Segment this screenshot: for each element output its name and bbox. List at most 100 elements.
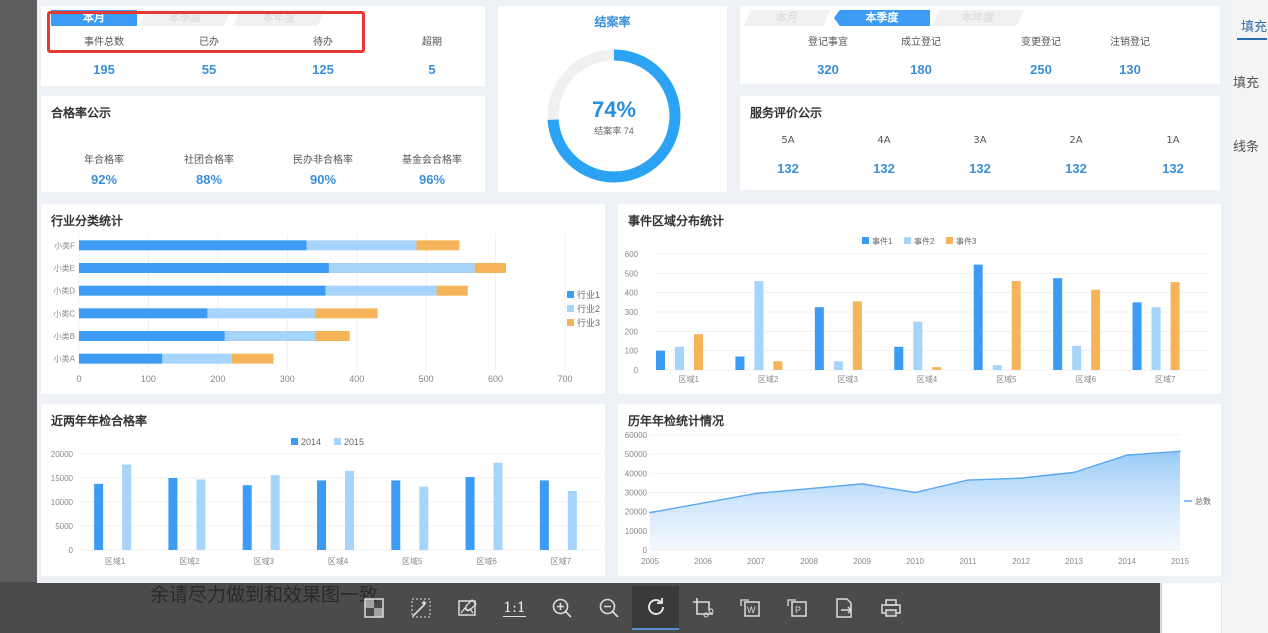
stat-registration-items: 登记事宜 320 xyxy=(783,33,873,77)
stat-changed: 变更登记 250 xyxy=(996,33,1086,77)
x-tick-label: 区域1 xyxy=(678,374,699,384)
zoom-in-icon xyxy=(552,598,572,618)
y-tick-label: 50000 xyxy=(625,450,648,459)
x-tick-label: 区域6 xyxy=(476,556,497,566)
crop-icon xyxy=(692,598,713,618)
x-tick-label: 区域4 xyxy=(917,374,938,384)
y-tick-label: 10000 xyxy=(625,527,648,536)
event-stats-card: 本月 本季度 本年度 事件总数 195 已办 55 待办 125 超期 5 xyxy=(41,6,485,86)
stat-value: 320 xyxy=(817,62,839,77)
line-option[interactable]: 线条 xyxy=(1233,136,1259,155)
rotate-button[interactable] xyxy=(632,586,679,630)
x-tick-label: 500 xyxy=(419,374,434,384)
area-fill xyxy=(650,451,1180,550)
bar xyxy=(973,264,983,370)
legend-label: 行业2 xyxy=(577,303,600,314)
magic-select-button[interactable] xyxy=(397,586,444,630)
stat-1a: 1A 132 xyxy=(1138,135,1208,176)
actual-size-button[interactable]: 1:1 xyxy=(491,586,538,630)
region-grouped-bar-chart: 0 100 200 300 400 500 600 区域1 区域2 区域3 区域4 区域5 区域6 区域7… xyxy=(625,236,1210,384)
zoom-out-button[interactable] xyxy=(585,586,632,630)
data-point xyxy=(1020,477,1022,479)
edit-image-button[interactable] xyxy=(444,586,491,630)
stat-value: 96% xyxy=(418,172,446,187)
stat-label: 民办非合格率 xyxy=(293,155,353,166)
legend-swatch xyxy=(567,291,574,298)
split-view-icon xyxy=(363,598,384,618)
magic-select-icon xyxy=(411,598,430,618)
y-tick-label: 30000 xyxy=(625,489,648,498)
stat-2a: 2A 132 xyxy=(1041,135,1111,176)
export-button[interactable] xyxy=(820,586,867,630)
stat-label: 注销登记 xyxy=(1110,37,1150,48)
gauge-percent: 74% xyxy=(592,97,636,122)
stat-label: 2A xyxy=(1069,135,1083,146)
y-tick-label: 5000 xyxy=(55,522,73,531)
legend-swatch xyxy=(334,438,341,445)
y-tick-label: 小类B xyxy=(54,331,75,341)
x-tick-label: 2014 xyxy=(1118,557,1136,566)
data-point xyxy=(755,492,757,495)
service-rating-card: 服务评价公示 5A 132 4A 132 3A 132 2A 132 1A 13… xyxy=(740,96,1220,190)
bar xyxy=(345,470,354,550)
legend-swatch xyxy=(567,319,574,326)
x-tick-label: 区域2 xyxy=(758,374,779,384)
bar xyxy=(833,361,843,370)
bar xyxy=(814,307,824,370)
print-button[interactable] xyxy=(867,586,914,630)
bar xyxy=(1151,307,1161,370)
legend-label: 2014 xyxy=(301,437,321,447)
x-tick-label: 2006 xyxy=(694,557,712,566)
fill-option[interactable]: 填充 xyxy=(1233,72,1259,91)
print-icon xyxy=(880,599,901,617)
fill-tab[interactable]: 填充 xyxy=(1241,16,1267,35)
x-tick-label: 2010 xyxy=(906,557,924,566)
x-tick-label: 区域5 xyxy=(996,374,1017,384)
crop-button[interactable] xyxy=(679,586,726,630)
tab-this-month[interactable]: 本月 xyxy=(744,10,830,26)
x-tick-label: 2009 xyxy=(853,557,871,566)
legend-swatch xyxy=(904,237,911,244)
x-tick-label: 区域7 xyxy=(1155,374,1176,384)
y-tick-label: 100 xyxy=(625,347,639,356)
image-to-word-button[interactable]: W xyxy=(726,586,773,630)
dashboard-image: 本月 本季度 本年度 事件总数 195 已办 55 待办 125 超期 5 合格… xyxy=(37,0,1231,583)
bar xyxy=(270,475,280,550)
y-tick-label: 0 xyxy=(634,366,639,375)
x-tick-label: 300 xyxy=(280,374,295,384)
stat-established: 成立登记 180 xyxy=(876,33,966,77)
bar-segment xyxy=(306,240,417,251)
bar-segment xyxy=(79,353,163,364)
tab-this-quarter[interactable]: 本季度 xyxy=(834,10,930,26)
legend-label: 总数 xyxy=(1195,496,1211,506)
bar xyxy=(122,464,132,550)
industry-stacked-bar-chart: 0 100 200 300 400 500 600 700 小类A 小类B 小类C 小类D 小类E 小类F… xyxy=(53,234,600,384)
background-caption: 余请尽力做到和效果图一致 xyxy=(150,584,379,606)
bar-segment xyxy=(315,308,378,319)
bar xyxy=(932,367,942,370)
tab-this-year[interactable]: 本年度 xyxy=(932,10,1024,26)
edit-image-icon xyxy=(457,599,477,616)
stat-value: 125 xyxy=(312,62,334,77)
stat-label: 成立登记 xyxy=(901,37,941,48)
close-rate-gauge: 74% 结案率 74 xyxy=(547,49,681,183)
x-tick-label: 2012 xyxy=(1012,557,1030,566)
bar xyxy=(1091,289,1101,370)
gauge-title: 结案率 xyxy=(594,15,631,29)
zoom-in-button[interactable] xyxy=(538,586,585,630)
stat-label: 登记事宜 xyxy=(808,37,848,48)
y-tick-label: 10000 xyxy=(51,498,74,507)
bar-segment xyxy=(79,263,329,273)
split-view-button[interactable] xyxy=(350,586,397,630)
stat-label: 4A xyxy=(877,135,891,146)
y-tick-label: 小类D xyxy=(53,286,75,296)
data-point xyxy=(1073,471,1075,474)
actual-size-label: 1:1 xyxy=(503,599,526,617)
bar xyxy=(1053,278,1063,370)
image-to-ppt-button[interactable]: P xyxy=(773,586,820,630)
stat-value: 195 xyxy=(93,62,115,77)
bar xyxy=(992,365,1002,370)
highlight-annotation-box xyxy=(47,11,365,53)
history-area-chart: 0 10000 20000 30000 40000 50000 60000 2005 2006 2… xyxy=(625,431,1211,566)
x-tick-label: 200 xyxy=(210,374,225,384)
